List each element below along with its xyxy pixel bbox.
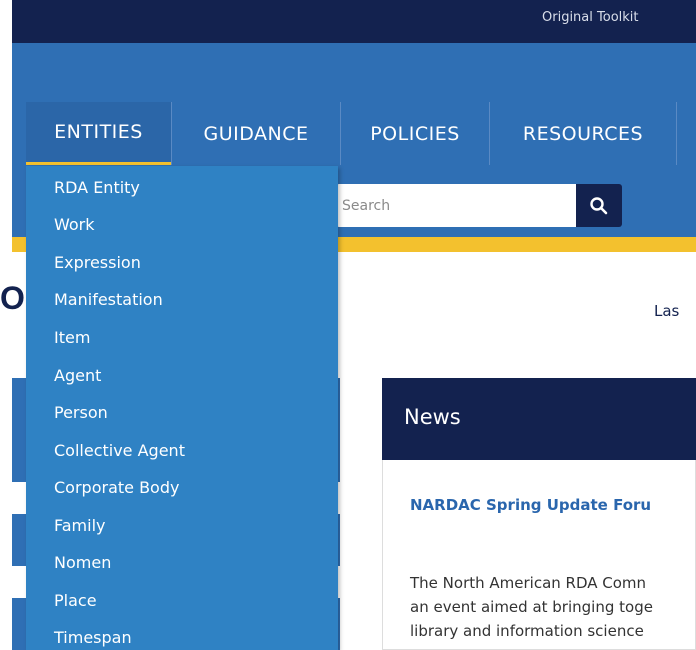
menu-item-person[interactable]: Person xyxy=(54,403,108,422)
search-input[interactable]: Search xyxy=(336,184,576,227)
menu-item-expression[interactable]: Expression xyxy=(54,253,141,272)
tab-policies[interactable]: POLICIES xyxy=(341,102,489,165)
menu-item-rda-entity[interactable]: RDA Entity xyxy=(54,178,140,197)
nav-divider xyxy=(676,102,677,165)
news-body-line: library and information science xyxy=(410,622,644,640)
tab-resources[interactable]: RESOURCES xyxy=(490,102,676,165)
entities-dropdown-menu: RDA Entity Work Expression Manifestation… xyxy=(26,166,338,650)
menu-item-timespan[interactable]: Timespan xyxy=(54,628,132,647)
menu-item-place[interactable]: Place xyxy=(54,591,97,610)
search-button[interactable] xyxy=(576,184,622,227)
menu-item-collective-agent[interactable]: Collective Agent xyxy=(54,441,185,460)
tab-entities[interactable]: ENTITIES xyxy=(26,102,171,165)
last-updated-fragment: Las xyxy=(654,302,680,320)
search-icon xyxy=(590,196,608,214)
news-body-line: The North American RDA Comn xyxy=(410,574,647,592)
menu-item-manifestation[interactable]: Manifestation xyxy=(54,290,163,309)
search-placeholder: Search xyxy=(342,197,391,214)
menu-item-work[interactable]: Work xyxy=(54,215,95,234)
tab-guidance[interactable]: GUIDANCE xyxy=(172,102,340,165)
menu-item-corporate-body[interactable]: Corporate Body xyxy=(54,478,179,497)
menu-item-agent[interactable]: Agent xyxy=(54,366,101,385)
original-toolkit-link[interactable]: Original Toolkit xyxy=(542,10,639,25)
menu-item-family[interactable]: Family xyxy=(54,516,105,535)
menu-item-item[interactable]: Item xyxy=(54,328,90,347)
news-headline-link[interactable]: NARDAC Spring Update Foru xyxy=(410,496,651,514)
news-title: News xyxy=(404,405,461,429)
page-heading-fragment: O xyxy=(0,280,25,316)
news-body-line: an event aimed at bringing toge xyxy=(410,598,653,616)
menu-item-nomen[interactable]: Nomen xyxy=(54,553,111,572)
